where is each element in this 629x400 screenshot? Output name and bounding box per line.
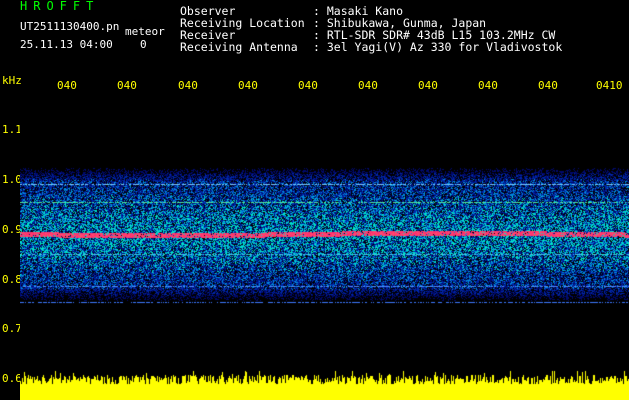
x-tick-label: 040 [117,79,137,92]
x-tick-label: 0410 [596,79,623,92]
x-tick-label: 040 [178,79,198,92]
datetime-label: 25.11.13 04:00 [20,38,113,51]
y-tick-label: 0.9 [2,223,22,236]
y-tick-label: 1.1 [2,123,22,136]
spectrogram-canvas [20,96,629,400]
x-tick-label: 040 [238,79,258,92]
x-tick-label: 040 [538,79,558,92]
y-axis-unit: kHz [2,74,22,87]
y-tick-label: 0.7 [2,322,22,335]
y-tick-label: 1.0 [2,173,22,186]
app-logo: HROFFT [20,0,100,13]
field-value-antenna: : 3el Yagi(V) Az 330 for Vladivostok [313,40,563,54]
y-tick-label: 0.6 [2,372,22,385]
x-tick-label: 040 [358,79,378,92]
x-tick-label: 040 [478,79,498,92]
y-tick-label: 0.8 [2,273,22,286]
type-label: meteor [125,25,165,38]
field-key-antenna: Receiving Antenna [180,40,298,54]
x-tick-label: 040 [418,79,438,92]
count-label: 0 [140,38,147,51]
x-tick-label: 040 [57,79,77,92]
x-tick-label: 040 [298,79,318,92]
file-name: UT2511130400.pn [20,20,120,33]
